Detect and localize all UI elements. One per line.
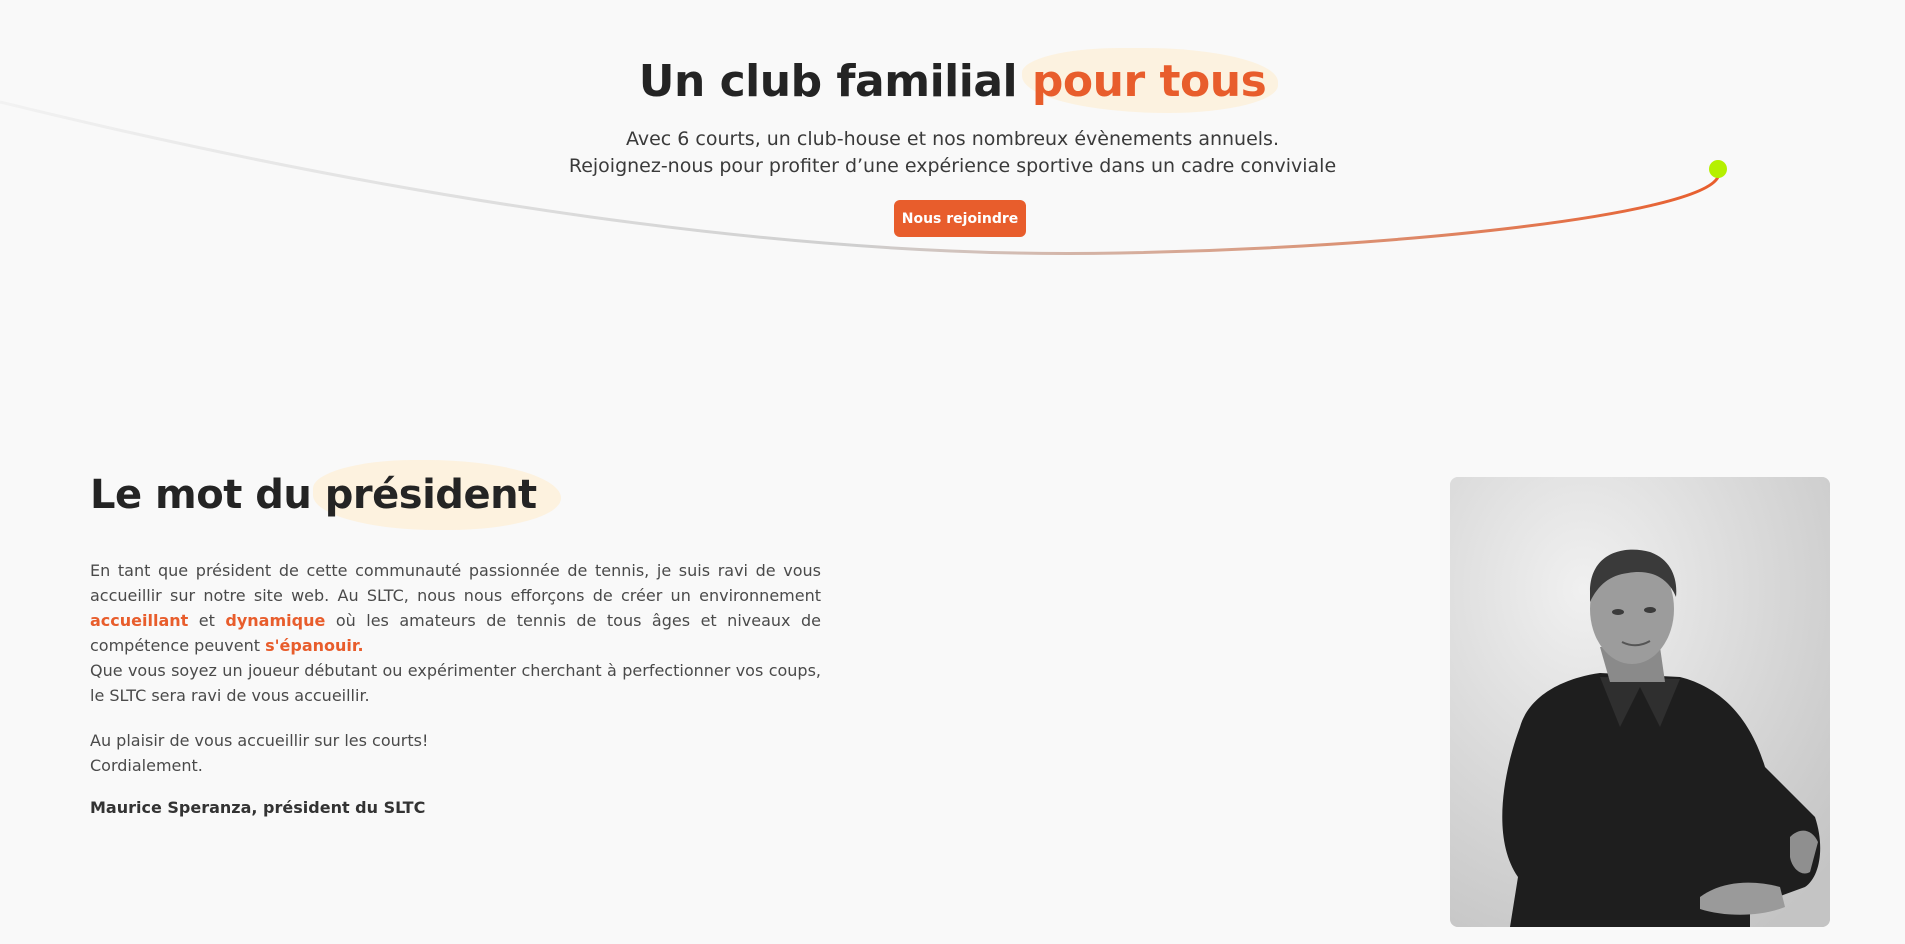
hero-subtitle-line2: Rejoignez-nous pour profiter d’une expér… (568, 155, 1337, 177)
closing-line-1: Au plaisir de vous accueillir sur les co… (90, 731, 429, 750)
hero-title-main: Un club familial (638, 56, 1032, 107)
president-title-main: Le mot du (90, 472, 325, 518)
hero-title-highlight: pour tous (1031, 56, 1267, 107)
message-text: . (357, 636, 364, 655)
message-text: et (188, 611, 226, 630)
president-portrait-image (1450, 477, 1830, 927)
trajectory-line (0, 100, 1720, 256)
president-message-paragraph: En tant que président de cette communaut… (90, 558, 821, 708)
accent-word-epanouir: s'épanouir (265, 636, 358, 655)
president-section-title: Le mot du président (90, 472, 537, 518)
president-photo (1450, 477, 1830, 927)
join-button[interactable]: Nous rejoindre (894, 200, 1026, 237)
message-text: En tant que président de cette communaut… (90, 561, 821, 605)
hero-title: Un club familial pour tous (0, 56, 1905, 107)
message-paragraph-2: Que vous soyez un joueur débutant ou exp… (90, 661, 821, 705)
closing-line-2: Cordialement. (90, 756, 203, 775)
ball-trajectory (0, 100, 1727, 256)
president-title-highlight: président (324, 472, 537, 518)
accent-word-accueillant: accueillant (90, 611, 189, 630)
accent-word-dynamique: dynamique (225, 611, 326, 630)
hero-subtitle-line1: Avec 6 courts, un club-house et nos nomb… (625, 128, 1279, 150)
closing-text: Au plaisir de vous accueillir sur les co… (90, 728, 821, 778)
president-signature: Maurice Speranza, président du SLTC (90, 798, 426, 817)
